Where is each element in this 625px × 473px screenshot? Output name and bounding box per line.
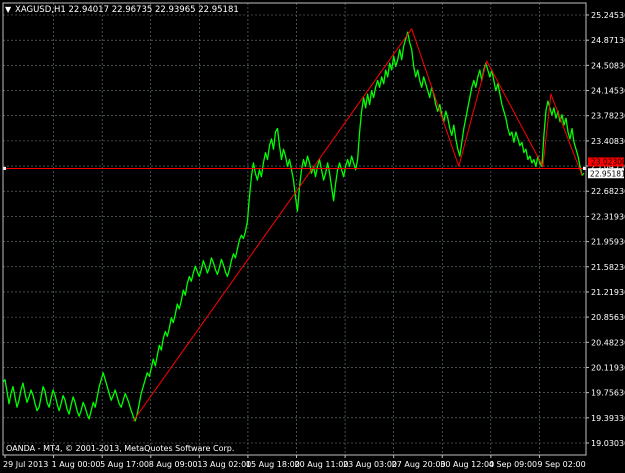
y-tick-label: 21.21930	[591, 288, 625, 297]
hline-price-label: 23.02300	[591, 157, 625, 166]
y-tick-label: 23.78230	[591, 112, 625, 121]
x-tick-label: 9 Sep 02:00	[537, 460, 585, 469]
price-chart-svg[interactable]: 25.24530 24.87130 24.50830 24.14530 23.78230…	[0, 0, 625, 469]
y-tick-label: 25.24530	[591, 11, 625, 20]
y-tick-label: 19.75630	[591, 389, 625, 398]
y-tick-label: 22.31930	[591, 212, 625, 221]
y-tick-label: 20.48230	[591, 338, 625, 347]
x-tick-label: 27 Aug 20:00	[392, 460, 446, 469]
y-tick-label: 24.14530	[591, 87, 625, 96]
symbol-arrow-icon[interactable]: ▼	[5, 5, 12, 14]
x-tick-label: 1 Aug 00:00	[52, 460, 101, 469]
symbol-info: XAGUSD,H1 22.94017 22.96735 22.93965 22.…	[15, 5, 239, 15]
y-tick-label: 24.87130	[591, 36, 625, 45]
y-tick-label: 19.39330	[591, 414, 625, 423]
x-tick-label: 13 Aug 02:00	[197, 460, 251, 469]
chart-header: ▼ XAGUSD,H1 22.94017 22.96735 22.93965 2…	[5, 5, 239, 15]
x-tick-label: 30 Aug 12:00	[440, 460, 494, 469]
x-tick-label: 29 Jul 2013	[3, 460, 48, 469]
copyright-text: OANDA - MT4, © 2001-2013, MetaQuotes Sof…	[6, 444, 234, 453]
x-tick-label: 15 Aug 18:00	[246, 460, 300, 469]
x-tick-label: 4 Sep 09:00	[489, 460, 537, 469]
y-tick-label: 23.40830	[591, 137, 625, 146]
y-tick-label: 22.68230	[591, 187, 625, 196]
y-tick-label: 24.50830	[591, 61, 625, 70]
y-tick-label: 20.11930	[591, 363, 625, 372]
x-tick-label: 8 Aug 09:00	[149, 460, 198, 469]
y-tick-label: 21.95930	[591, 238, 625, 247]
chart-background	[0, 0, 625, 469]
current-price-label: 22.95181	[590, 169, 625, 178]
x-tick-label: 23 Aug 03:00	[343, 460, 397, 469]
y-tick-label: 19.03030	[591, 439, 625, 448]
chart-canvas[interactable]: 25.24530 24.87130 24.50830 24.14530 23.78230…	[0, 0, 625, 469]
y-tick-label: 20.85630	[591, 313, 625, 322]
y-tick-label: 21.58230	[591, 263, 625, 272]
x-tick-label: 20 Aug 11:00	[295, 460, 349, 469]
x-tick-label: 5 Aug 17:00	[100, 460, 149, 469]
